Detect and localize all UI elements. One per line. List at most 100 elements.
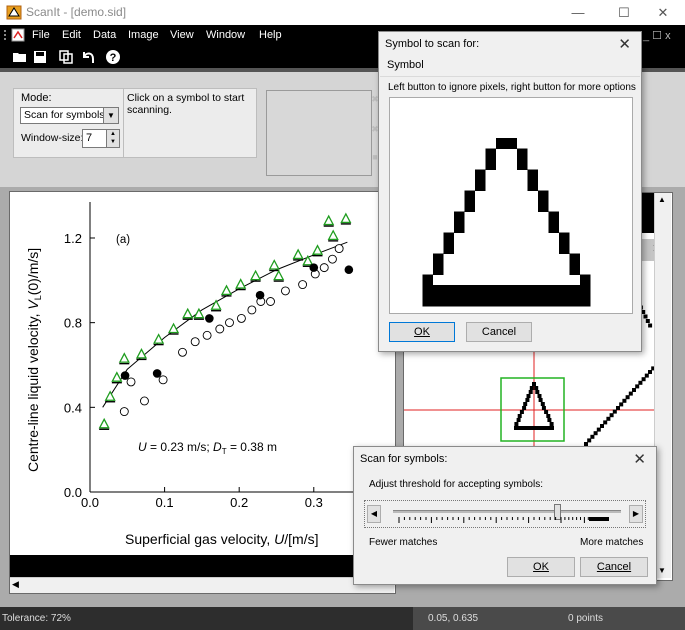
symbol-pixel[interactable] (422, 295, 591, 307)
symbol-pixel[interactable] (443, 243, 455, 254)
zoom-curve-pixel (638, 380, 643, 385)
mdi-controls[interactable]: _ ☐ x (643, 29, 671, 42)
data-point-open-circle (236, 313, 246, 323)
cancel-button[interactable]: Cancel (580, 557, 648, 577)
menu-window[interactable]: Window (206, 29, 245, 41)
symbol-pixel[interactable] (559, 232, 570, 244)
symbol-editor[interactable] (389, 97, 633, 314)
symbol-pixel[interactable] (496, 138, 517, 149)
open-icon[interactable] (12, 49, 28, 65)
symbol-pixel[interactable] (517, 148, 528, 160)
symbol-pixel[interactable] (433, 264, 444, 275)
scroll-down-icon[interactable]: ▼ (658, 566, 666, 575)
close-icon[interactable]: ✕ (618, 35, 631, 53)
menu-image[interactable]: Image (128, 29, 159, 41)
symbol-pixel[interactable] (527, 180, 539, 191)
menu-file[interactable]: File (32, 29, 50, 41)
symbol-pixel[interactable] (464, 201, 476, 212)
zoom-pixel (537, 394, 542, 398)
zoom-curve-pixel (606, 416, 611, 421)
symbol-pixel[interactable] (422, 285, 591, 296)
close-icon[interactable]: ✕ (633, 450, 646, 468)
zoom-curve-pixel (593, 431, 598, 436)
horizontal-scrollbar[interactable]: ◀ (10, 577, 394, 593)
data-point-open-circle (215, 324, 225, 334)
symbol-pixel[interactable] (475, 180, 486, 191)
image-strip (10, 555, 394, 577)
symbol-pixel[interactable] (464, 190, 476, 202)
minimize-button[interactable]: — (555, 0, 601, 25)
symbol-pixel[interactable] (517, 159, 528, 170)
close-button[interactable]: ✕ (640, 0, 685, 25)
zoom-curve-pixel (590, 434, 595, 439)
symbol-pixel[interactable] (433, 253, 444, 265)
save-icon[interactable] (32, 49, 48, 65)
chevron-down-icon[interactable]: ▼ (103, 108, 118, 123)
symbol-pixel[interactable] (527, 169, 539, 181)
symbol-pixel[interactable] (569, 253, 581, 265)
image-window[interactable]: 0.0 0.1 0.2 0.3 0.0 0.4 0.8 1.2 (a) U = 0.23 m/… (9, 191, 396, 594)
data-point-triangle (182, 307, 194, 319)
chart: 0.0 0.1 0.2 0.3 0.0 0.4 0.8 1.2 (64, 202, 366, 510)
symbol-pixel[interactable] (538, 201, 549, 212)
data-point-triangle (250, 269, 262, 281)
zoom-curve-pixel (632, 388, 636, 392)
symbol-pixel[interactable] (454, 211, 465, 223)
window-size-stepper[interactable]: 7 ▲ ▼ (82, 129, 120, 148)
symbol-pixel[interactable] (580, 274, 591, 286)
data-point-filled-circle (120, 371, 130, 380)
menu-help[interactable]: Help (259, 29, 282, 41)
zoom-pixel (529, 386, 534, 390)
data-point-open-circle (247, 305, 257, 315)
symbol-pixel[interactable] (454, 222, 465, 233)
symbol-pixel[interactable] (422, 274, 434, 286)
copy-icon[interactable] (58, 49, 74, 65)
undo-icon[interactable] (80, 49, 96, 65)
zoom-pixel (523, 402, 528, 406)
menu-edit[interactable]: Edit (62, 29, 81, 41)
symbol-pixel[interactable] (475, 169, 486, 181)
zoom-pixel (549, 422, 554, 426)
slider-groove[interactable] (393, 510, 621, 513)
help-icon[interactable]: ? (105, 49, 121, 65)
d-symbol: D (213, 440, 222, 454)
mode-select[interactable]: Scan for symbols ▼ (20, 107, 119, 124)
window-title: ScanIt - [demo.sid] (26, 5, 127, 19)
menu-data[interactable]: Data (93, 29, 116, 41)
y-label-prefix: Centre-line liquid velocity, (25, 310, 41, 472)
ok-button[interactable]: OK (507, 557, 575, 577)
x-tick-label: 0.2 (230, 495, 248, 510)
ok-button[interactable]: OK (389, 322, 455, 342)
symbol-pixel[interactable] (548, 222, 560, 233)
symbol-pixel[interactable] (538, 190, 549, 202)
symbol-pixel[interactable] (485, 148, 497, 160)
zoom-curve-pixel (603, 420, 608, 425)
symbol-pixel[interactable] (559, 243, 570, 254)
menu-view[interactable]: View (170, 29, 194, 41)
window-size-value[interactable]: 7 (86, 132, 92, 144)
slider-left-icon[interactable]: ◀ (367, 505, 381, 523)
zoom-pixel (547, 418, 552, 422)
cancel-button-label: Cancel (596, 561, 632, 573)
zoom-pixel (522, 406, 527, 410)
data-point-filled-circle (205, 314, 214, 323)
slider-right-icon[interactable]: ▶ (629, 505, 643, 523)
cancel-button-label: Cancel (481, 326, 517, 338)
symbol-pixel[interactable] (485, 159, 497, 170)
symbol-pixel[interactable] (443, 232, 455, 244)
symbol-pixel-grid[interactable] (390, 98, 632, 313)
scroll-left-icon[interactable]: ◀ (12, 579, 19, 590)
spin-arrows-icon[interactable]: ▲ ▼ (106, 130, 119, 147)
cancel-button[interactable]: Cancel (466, 322, 532, 342)
scroll-up-icon[interactable]: ▲ (658, 195, 666, 204)
scan-dialog: Scan for symbols: ✕ Adjust threshold for… (353, 446, 657, 585)
data-point-open-circle (126, 377, 136, 387)
data-point-triangle (327, 229, 339, 241)
symbol-pixel[interactable] (569, 264, 581, 275)
plot-canvas[interactable]: 0.0 0.1 0.2 0.3 0.0 0.4 0.8 1.2 (a) U = 0.23 m/… (10, 192, 395, 557)
zoom-curve-pixel (596, 427, 601, 432)
threshold-slider[interactable]: ◀ ▶ (364, 500, 646, 528)
data-point-open-circle (327, 254, 337, 264)
zoom-pixel (532, 382, 536, 386)
symbol-pixel[interactable] (548, 211, 560, 223)
